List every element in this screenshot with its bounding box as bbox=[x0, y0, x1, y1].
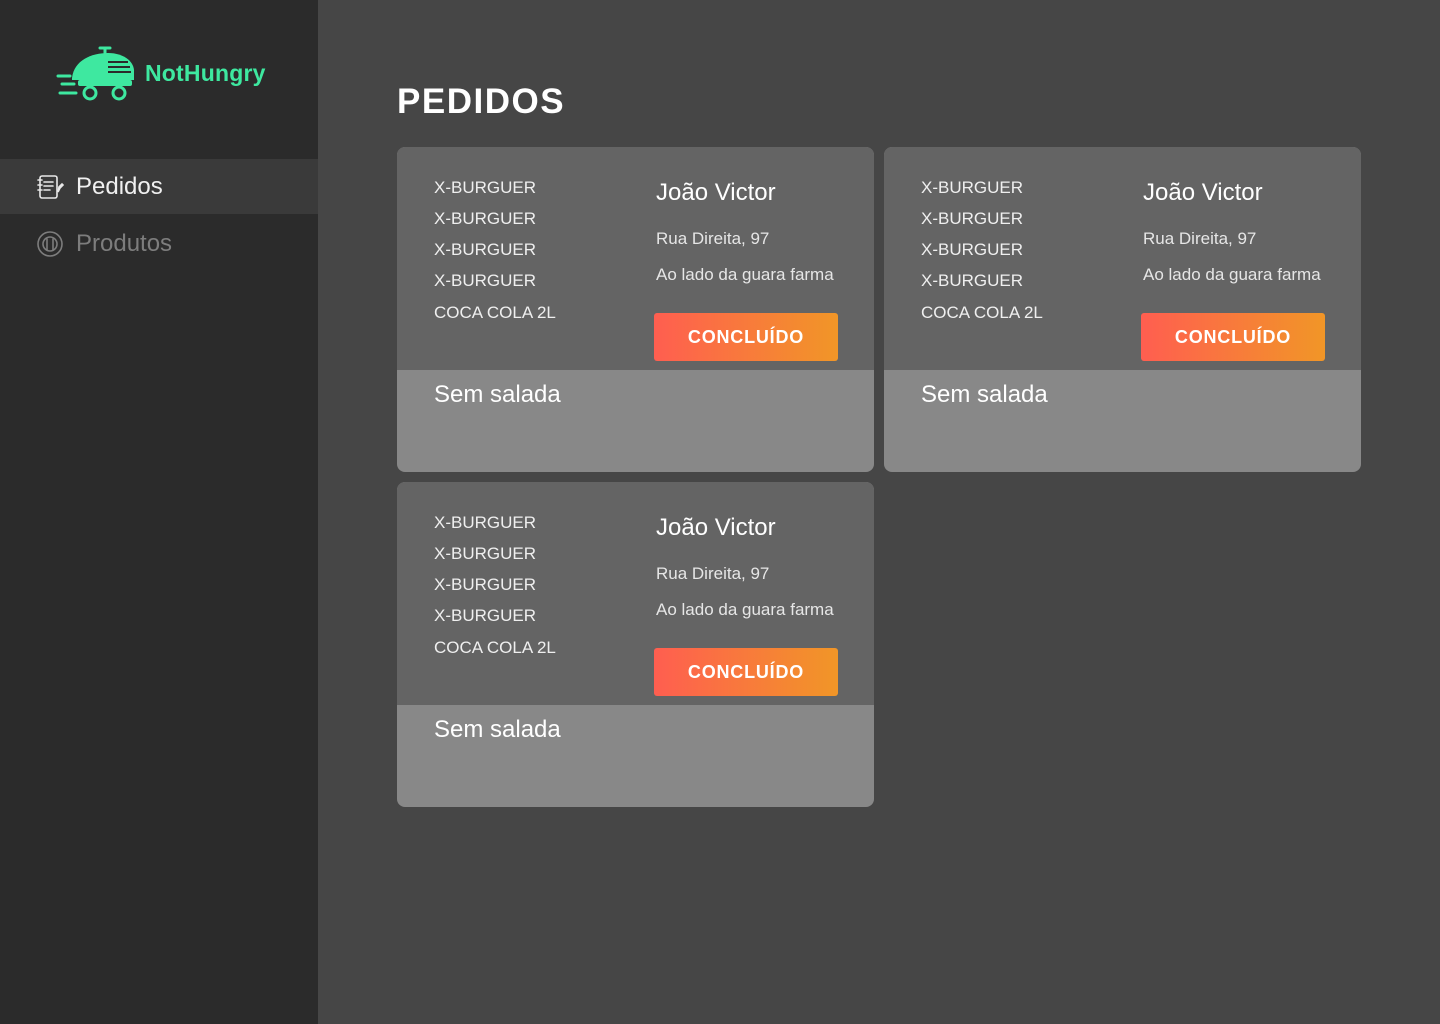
order-card: X-BURGUER X-BURGUER X-BURGUER X-BURGUER … bbox=[397, 147, 874, 472]
order-item: X-BURGUER bbox=[921, 209, 1024, 228]
order-card-header: X-BURGUER X-BURGUER X-BURGUER X-BURGUER … bbox=[397, 482, 874, 705]
concluido-button[interactable]: CONCLUÍDO bbox=[654, 313, 838, 361]
order-item: X-BURGUER bbox=[434, 513, 537, 532]
app-root: NotHungry Pedidos Produtos PEDIDOS X-BUR… bbox=[0, 0, 1440, 1024]
order-note: Sem salada bbox=[921, 381, 1048, 408]
sidebar-item-label: Produtos bbox=[76, 229, 173, 257]
order-note: Sem salada bbox=[434, 381, 561, 408]
order-item: X-BURGUER bbox=[434, 209, 537, 228]
delivery-scooter-icon bbox=[56, 46, 134, 101]
address-reference: Ao lado da guara farma bbox=[656, 600, 834, 619]
order-item: X-BURGUER bbox=[921, 240, 1024, 259]
orders-grid: X-BURGUER X-BURGUER X-BURGUER X-BURGUER … bbox=[397, 147, 1361, 807]
order-item: COCA COLA 2L bbox=[434, 638, 556, 657]
customer-name: João Victor bbox=[1143, 179, 1263, 206]
brand-name: NotHungry bbox=[145, 59, 266, 86]
page-title: PEDIDOS bbox=[397, 82, 566, 121]
sidebar: NotHungry Pedidos Produtos bbox=[0, 0, 318, 1024]
customer-address: Rua Direita, 97 bbox=[1143, 229, 1257, 248]
cutlery-plate-icon bbox=[36, 230, 64, 258]
customer-address: Rua Direita, 97 bbox=[656, 229, 770, 248]
sidebar-item-produtos[interactable]: Produtos bbox=[0, 216, 318, 271]
order-item: COCA COLA 2L bbox=[434, 303, 556, 322]
order-item: X-BURGUER bbox=[921, 178, 1024, 197]
notepad-icon bbox=[36, 173, 64, 201]
order-card-header: X-BURGUER X-BURGUER X-BURGUER X-BURGUER … bbox=[884, 147, 1361, 370]
customer-name: João Victor bbox=[656, 179, 776, 206]
order-item: X-BURGUER bbox=[434, 606, 537, 625]
sidebar-item-label: Pedidos bbox=[76, 172, 163, 200]
order-item: X-BURGUER bbox=[434, 575, 537, 594]
order-items-list: X-BURGUER X-BURGUER X-BURGUER X-BURGUER … bbox=[434, 512, 556, 668]
brand-logo[interactable]: NotHungry bbox=[56, 44, 266, 102]
order-item: COCA COLA 2L bbox=[921, 303, 1043, 322]
order-note: Sem salada bbox=[434, 716, 561, 743]
order-card-header: X-BURGUER X-BURGUER X-BURGUER X-BURGUER … bbox=[397, 147, 874, 370]
order-item: X-BURGUER bbox=[434, 544, 537, 563]
customer-name: João Victor bbox=[656, 514, 776, 541]
order-card: X-BURGUER X-BURGUER X-BURGUER X-BURGUER … bbox=[884, 147, 1361, 472]
address-reference: Ao lado da guara farma bbox=[656, 265, 834, 284]
sidebar-nav: Pedidos Produtos bbox=[0, 159, 318, 271]
sidebar-item-pedidos[interactable]: Pedidos bbox=[0, 159, 318, 214]
address-reference: Ao lado da guara farma bbox=[1143, 265, 1321, 284]
order-item: X-BURGUER bbox=[434, 178, 537, 197]
order-items-list: X-BURGUER X-BURGUER X-BURGUER X-BURGUER … bbox=[921, 177, 1043, 333]
order-card: X-BURGUER X-BURGUER X-BURGUER X-BURGUER … bbox=[397, 482, 874, 807]
concluido-button[interactable]: CONCLUÍDO bbox=[654, 648, 838, 696]
customer-address: Rua Direita, 97 bbox=[656, 564, 770, 583]
order-items-list: X-BURGUER X-BURGUER X-BURGUER X-BURGUER … bbox=[434, 177, 556, 333]
concluido-button[interactable]: CONCLUÍDO bbox=[1141, 313, 1325, 361]
order-item: X-BURGUER bbox=[921, 271, 1024, 290]
order-item: X-BURGUER bbox=[434, 271, 537, 290]
order-item: X-BURGUER bbox=[434, 240, 537, 259]
